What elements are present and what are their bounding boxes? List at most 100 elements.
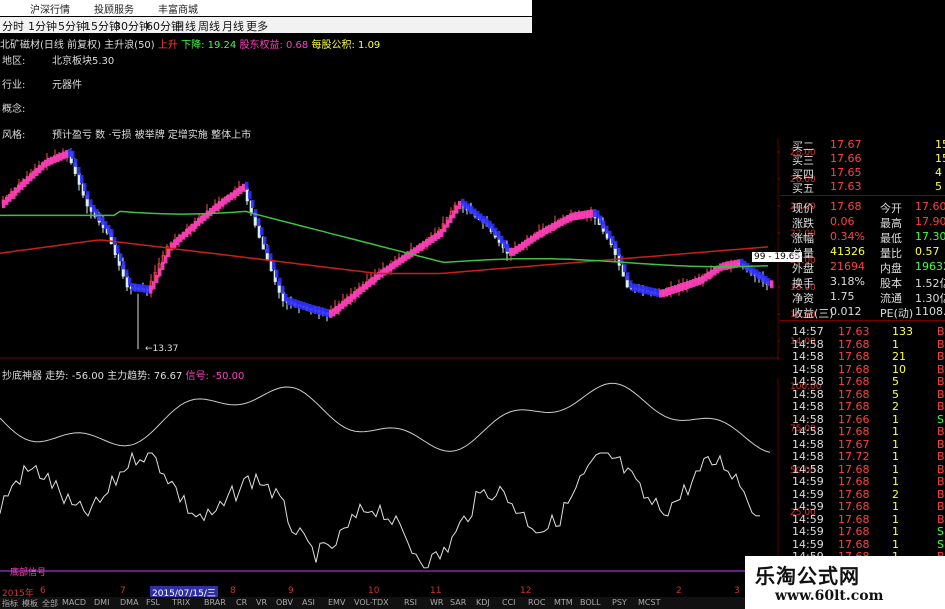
indicator-tab[interactable]: RSI bbox=[404, 598, 417, 607]
tick-price: 17.68 bbox=[838, 387, 870, 401]
quote-value: 0.57 bbox=[915, 245, 940, 258]
trend-ribbon-segment bbox=[68, 148, 72, 157]
trend-ribbon-segment bbox=[227, 194, 231, 203]
trend-ribbon-segment bbox=[770, 280, 774, 289]
tick-side: B bbox=[937, 462, 945, 476]
indicator-tab[interactable]: FSL bbox=[146, 598, 160, 607]
quote-value: 3.18% bbox=[830, 275, 865, 288]
tick-volume: 1 bbox=[892, 537, 899, 551]
indicator-tab[interactable]: MACD bbox=[62, 598, 86, 607]
trend-ribbon-segment bbox=[209, 208, 213, 217]
indicator-tab[interactable]: ASI bbox=[302, 598, 315, 607]
indicator-tab[interactable]: CR bbox=[236, 598, 247, 607]
indicator-tab[interactable]: 全部 bbox=[42, 598, 58, 609]
period-tab-5min[interactable]: 5分钟 bbox=[58, 18, 87, 34]
trend-ribbon-segment bbox=[182, 231, 186, 240]
indicator-tab[interactable]: EMV bbox=[328, 598, 345, 607]
trend-ribbon-segment bbox=[623, 264, 627, 273]
trend-ribbon-segment bbox=[665, 288, 669, 297]
trend-ribbon-segment bbox=[293, 299, 297, 308]
trend-ribbon-segment bbox=[590, 209, 594, 218]
indicator-tab[interactable]: BRAR bbox=[204, 598, 226, 607]
trend-ribbon-segment bbox=[740, 258, 744, 267]
indicator-tab[interactable]: 模板 bbox=[22, 598, 38, 609]
trend-ribbon-segment bbox=[104, 220, 108, 229]
trend-ribbon-segment bbox=[167, 248, 171, 257]
indicator-tab[interactable]: DMI bbox=[94, 598, 109, 607]
tick-price: 17.68 bbox=[838, 350, 870, 363]
trend-ribbon-segment bbox=[248, 190, 252, 199]
tick-side: B bbox=[937, 362, 945, 376]
trend-ribbon-segment bbox=[230, 192, 234, 201]
tick-time: 14:59 bbox=[792, 512, 824, 526]
trend-ribbon-segment bbox=[764, 275, 768, 284]
tick-side: B bbox=[937, 437, 945, 451]
trend-ribbon-segment bbox=[401, 255, 405, 264]
period-tab-more[interactable]: 更多 bbox=[246, 18, 268, 34]
tick-side: B bbox=[937, 475, 945, 488]
indicator-tab[interactable]: TRIX bbox=[172, 598, 190, 607]
trend-ribbon-segment bbox=[683, 281, 687, 290]
trend-ribbon-segment bbox=[374, 274, 378, 283]
tick-volume: 1 bbox=[892, 525, 899, 538]
trend-ribbon-segment bbox=[692, 278, 696, 287]
trend-ribbon-segment bbox=[701, 275, 705, 284]
period-tab-weekly[interactable]: 周线 bbox=[198, 18, 220, 34]
indicator-tab[interactable]: CCI bbox=[502, 598, 516, 607]
period-tab-monthly[interactable]: 月线 bbox=[222, 18, 244, 34]
quote-label: 换手 bbox=[792, 277, 814, 290]
tick-volume: 1 bbox=[892, 337, 899, 351]
indicator-tab[interactable]: BOLL bbox=[580, 598, 601, 607]
trend-ribbon-segment bbox=[638, 284, 642, 293]
trend-ribbon-segment bbox=[71, 150, 75, 159]
x-label: 10 bbox=[368, 586, 380, 596]
tick-volume: 5 bbox=[892, 387, 899, 401]
x-label: 3 bbox=[734, 586, 740, 596]
indicator-tab[interactable]: SAR bbox=[450, 598, 466, 607]
tick-time: 14:59 bbox=[792, 475, 824, 488]
trend-ribbon-segment bbox=[443, 224, 447, 233]
tick-side: S bbox=[937, 525, 944, 538]
x-label: 8 bbox=[230, 586, 236, 596]
menu-item-advisor[interactable]: 投顾服务 bbox=[94, 1, 134, 16]
period-tab-30min[interactable]: 30分钟 bbox=[114, 18, 150, 34]
trend-ribbon-segment bbox=[632, 283, 636, 292]
menu-item-mall[interactable]: 丰富商城 bbox=[158, 1, 198, 16]
trend-ribbon-segment bbox=[524, 239, 528, 248]
indicator-tab[interactable]: VR bbox=[256, 598, 267, 607]
indicator-tab[interactable]: ROC bbox=[528, 598, 545, 607]
trend-ribbon-segment bbox=[455, 205, 459, 214]
trend-ribbon-segment bbox=[545, 226, 549, 235]
trend-ribbon-segment bbox=[494, 227, 498, 236]
tick-price: 17.68 bbox=[838, 425, 870, 438]
indicator-tab[interactable]: MCST bbox=[638, 598, 660, 607]
period-tab-1min[interactable]: 1分钟 bbox=[28, 18, 57, 34]
trend-ribbon-segment bbox=[521, 241, 525, 250]
period-tab-daily[interactable]: 日线 bbox=[174, 18, 196, 34]
menu-item-quotes[interactable]: 沪深行情 bbox=[30, 1, 70, 16]
indicator-chart[interactable] bbox=[0, 378, 780, 586]
candlestick-chart[interactable] bbox=[0, 138, 780, 360]
indicator-tab[interactable]: OBV bbox=[276, 598, 293, 607]
indicator-tab[interactable]: 指标 bbox=[2, 598, 18, 609]
indicator-tab[interactable]: KDJ bbox=[476, 598, 490, 607]
indicator-tab[interactable]: DMA bbox=[120, 598, 139, 607]
trend-ribbon-segment bbox=[155, 274, 159, 283]
trend-ribbon-segment bbox=[98, 212, 102, 221]
trend-ribbon-segment bbox=[629, 280, 633, 289]
trend-ribbon-segment bbox=[8, 193, 12, 202]
indicator-tab[interactable]: PSY bbox=[612, 598, 627, 607]
tick-volume: 10 bbox=[892, 362, 906, 376]
trend-ribbon-segment bbox=[542, 227, 546, 236]
indicator-tab[interactable]: VOL-TDX bbox=[354, 598, 389, 607]
trend-ribbon-segment bbox=[260, 227, 264, 236]
trend-ribbon-segment bbox=[323, 308, 327, 317]
trend-ribbon-segment bbox=[392, 261, 396, 270]
period-tab-timeshare[interactable]: 分时 bbox=[2, 18, 24, 34]
indicator-tab[interactable]: WR bbox=[430, 598, 443, 607]
tick-price: 17.67 bbox=[838, 437, 870, 451]
trend-ribbon-segment bbox=[50, 156, 54, 165]
trend-ribbon-segment bbox=[56, 154, 60, 163]
trend-ribbon-segment bbox=[365, 281, 369, 290]
indicator-tab[interactable]: MTM bbox=[554, 598, 573, 607]
